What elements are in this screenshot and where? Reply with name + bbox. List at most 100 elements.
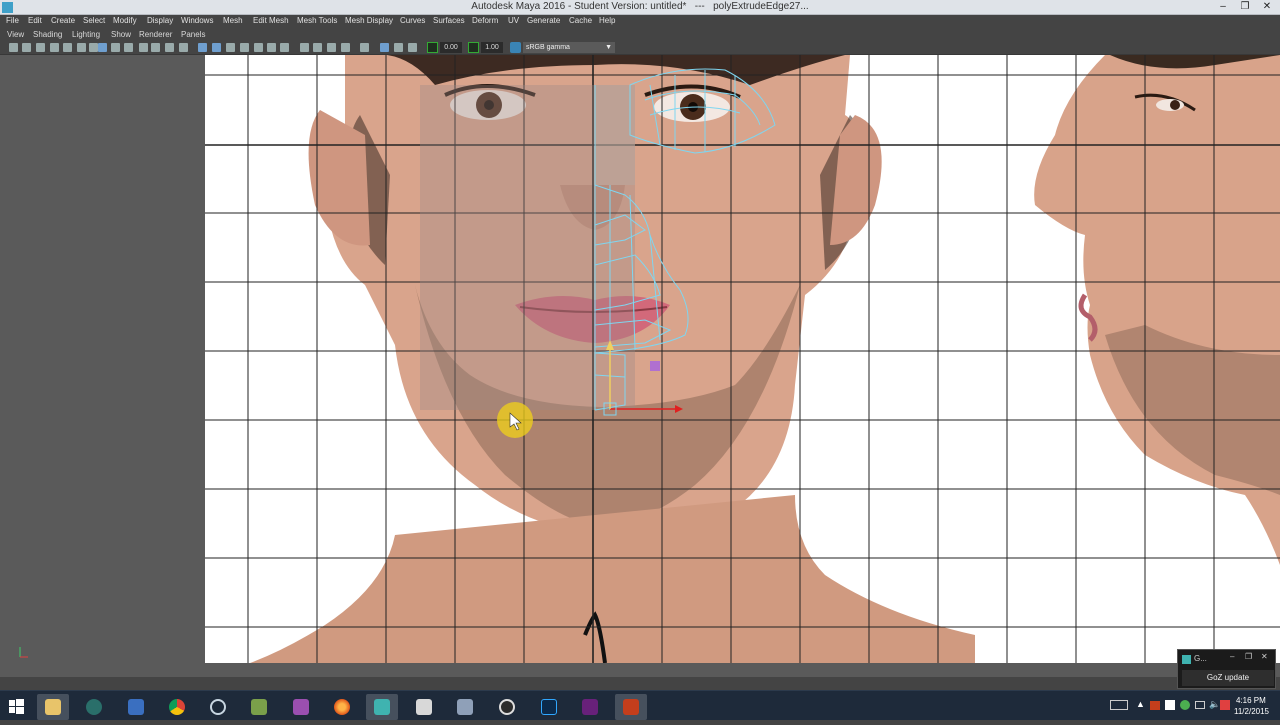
menu-edit[interactable]: Edit — [28, 16, 42, 25]
menu-modify[interactable]: Modify — [113, 16, 137, 25]
goz-update-button[interactable]: GoZ update — [1182, 670, 1274, 686]
taskbar-powerpoint[interactable] — [615, 694, 647, 720]
motion-blur-icon[interactable] — [254, 43, 263, 52]
menu-mesh-display[interactable]: Mesh Display — [345, 16, 393, 25]
menu-cache[interactable]: Cache — [569, 16, 592, 25]
isolate-select-icon[interactable] — [198, 43, 207, 52]
menu-curves[interactable]: Curves — [400, 16, 425, 25]
exposure-field[interactable]: 0.00 — [440, 42, 462, 53]
taskbar-firefox[interactable] — [326, 694, 358, 720]
menu-mesh[interactable]: Mesh — [223, 16, 243, 25]
viewport-panel[interactable]: front — [0, 55, 1280, 677]
minimize-button[interactable]: – — [1212, 0, 1234, 14]
menu-edit-mesh[interactable]: Edit Mesh — [253, 16, 289, 25]
menu-windows[interactable]: Windows — [181, 16, 213, 25]
menu-deform[interactable]: Deform — [472, 16, 498, 25]
panel-menu-show[interactable]: Show — [111, 30, 131, 39]
taskbar-chrome[interactable] — [161, 694, 193, 720]
image-plane-icon[interactable] — [50, 43, 59, 52]
steam-icon — [210, 699, 226, 715]
two-d-pan-icon[interactable] — [63, 43, 72, 52]
safe-title-icon[interactable] — [380, 43, 389, 52]
menu-create[interactable]: Create — [51, 16, 75, 25]
taskbar-app-circle[interactable] — [78, 694, 110, 720]
wireframe-icon[interactable] — [98, 43, 107, 52]
start-button[interactable] — [0, 694, 32, 720]
lights-icon[interactable] — [151, 43, 160, 52]
resolution-gate-icon[interactable] — [300, 43, 309, 52]
close-button[interactable]: ✕ — [1256, 0, 1278, 14]
xray-active-components-icon[interactable] — [240, 43, 249, 52]
exposure-icon[interactable] — [427, 42, 438, 53]
viewport-layout-icon[interactable] — [394, 43, 403, 52]
taskbar-app-monitor[interactable] — [120, 694, 152, 720]
gamma-icon[interactable] — [468, 42, 479, 53]
clock-date[interactable]: 11/2/2015 — [1234, 707, 1269, 716]
cursor-highlight — [497, 402, 533, 438]
taskbar-app-dark[interactable] — [491, 694, 523, 720]
panel-menu-shading[interactable]: Shading — [33, 30, 62, 39]
shadows-icon[interactable] — [165, 43, 174, 52]
film-gate-icon[interactable] — [360, 43, 369, 52]
taskbar-app-tree[interactable] — [243, 694, 275, 720]
keyboard-icon[interactable] — [1110, 700, 1128, 710]
camera-attributes-icon[interactable] — [22, 43, 31, 52]
shield-icon[interactable] — [1180, 700, 1190, 710]
tray-app-icon[interactable] — [1150, 701, 1160, 710]
wireframe-on-shaded-icon[interactable] — [124, 43, 133, 52]
color-space-dropdown[interactable]: sRGB gamma ▼ — [523, 42, 615, 53]
grid-icon[interactable] — [89, 43, 98, 52]
notification-maximize-button[interactable]: ❐ — [1245, 652, 1252, 661]
monitor-icon — [128, 699, 144, 715]
field-chart-icon[interactable] — [327, 43, 336, 52]
taskbar-maya[interactable] — [366, 694, 398, 720]
textured-icon[interactable] — [139, 43, 148, 52]
notification-minimize-button[interactable]: – — [1230, 652, 1234, 661]
menu-select[interactable]: Select — [83, 16, 105, 25]
panel-menu-lighting[interactable]: Lighting — [72, 30, 100, 39]
menu-uv[interactable]: UV — [508, 16, 519, 25]
camera-icon[interactable] — [9, 43, 18, 52]
twitch-icon — [293, 699, 309, 715]
maximize-button[interactable]: ❐ — [1234, 0, 1256, 14]
taskbar-file-explorer[interactable] — [37, 694, 69, 720]
taskbar-visual-studio[interactable] — [574, 694, 606, 720]
taskbar-photoshop[interactable] — [533, 694, 565, 720]
xray-icon[interactable] — [212, 43, 221, 52]
multisample-icon[interactable] — [267, 43, 276, 52]
menu-display[interactable]: Display — [147, 16, 173, 25]
panel-menu-panels[interactable]: Panels — [181, 30, 205, 39]
taskbar-steam[interactable] — [202, 694, 234, 720]
window-title: Autodesk Maya 2016 - Student Version: un… — [471, 1, 809, 12]
bookmark-icon[interactable] — [36, 43, 45, 52]
panel-menu-renderer[interactable]: Renderer — [139, 30, 172, 39]
grease-pencil-icon[interactable] — [77, 43, 86, 52]
flag-icon[interactable] — [1165, 700, 1175, 710]
menu-file[interactable]: File — [6, 16, 19, 25]
taskbar-zbrush[interactable] — [408, 694, 440, 720]
main-menu-bar: File Edit Create Select Modify Display W… — [0, 15, 1280, 29]
visual-studio-icon — [582, 699, 598, 715]
network-icon[interactable] — [1195, 701, 1205, 709]
taskbar-app-twitch[interactable] — [285, 694, 317, 720]
menu-surfaces[interactable]: Surfaces — [433, 16, 465, 25]
notification-tray-icon[interactable] — [1220, 700, 1230, 710]
volume-icon[interactable]: 🔈 — [1209, 699, 1220, 710]
menu-help[interactable]: Help — [599, 16, 615, 25]
taskbar-app-tower[interactable] — [449, 694, 481, 720]
smooth-shade-icon[interactable] — [111, 43, 120, 52]
panel-menu-view[interactable]: View — [7, 30, 24, 39]
safe-action-icon[interactable] — [341, 43, 350, 52]
notification-close-button[interactable]: ✕ — [1261, 652, 1268, 661]
gamma-field[interactable]: 1.00 — [481, 42, 503, 53]
xray-joints-icon[interactable] — [226, 43, 235, 52]
ambient-occlusion-icon[interactable] — [179, 43, 188, 52]
menu-mesh-tools[interactable]: Mesh Tools — [297, 16, 337, 25]
show-hidden-icons-icon[interactable]: ▲ — [1136, 699, 1145, 709]
viewport-single-icon[interactable] — [408, 43, 417, 52]
menu-generate[interactable]: Generate — [527, 16, 560, 25]
gate-mask-icon[interactable] — [313, 43, 322, 52]
clock-time[interactable]: 4:16 PM — [1236, 696, 1266, 705]
color-management-icon[interactable] — [510, 42, 521, 53]
depth-of-field-icon[interactable] — [280, 43, 289, 52]
